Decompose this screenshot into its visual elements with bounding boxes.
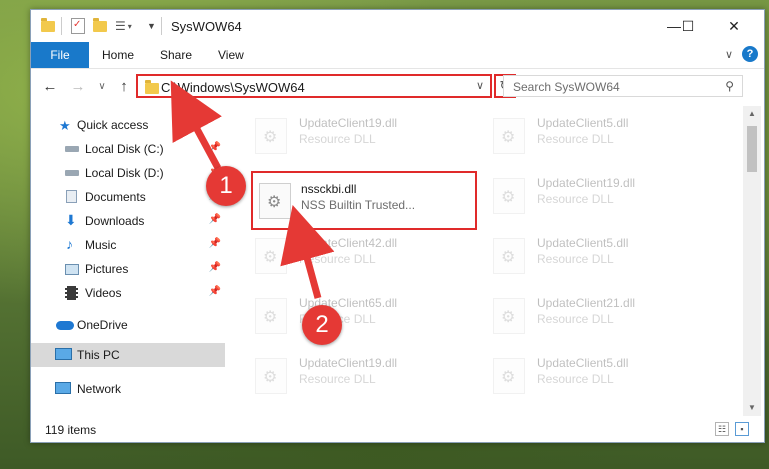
annotation-arrows (170, 80, 335, 299)
step-2-badge: 2 (302, 305, 342, 345)
arrow-to-file (280, 204, 335, 299)
arrow-to-address-bar (170, 80, 222, 170)
step-1-badge: 1 (206, 166, 246, 206)
